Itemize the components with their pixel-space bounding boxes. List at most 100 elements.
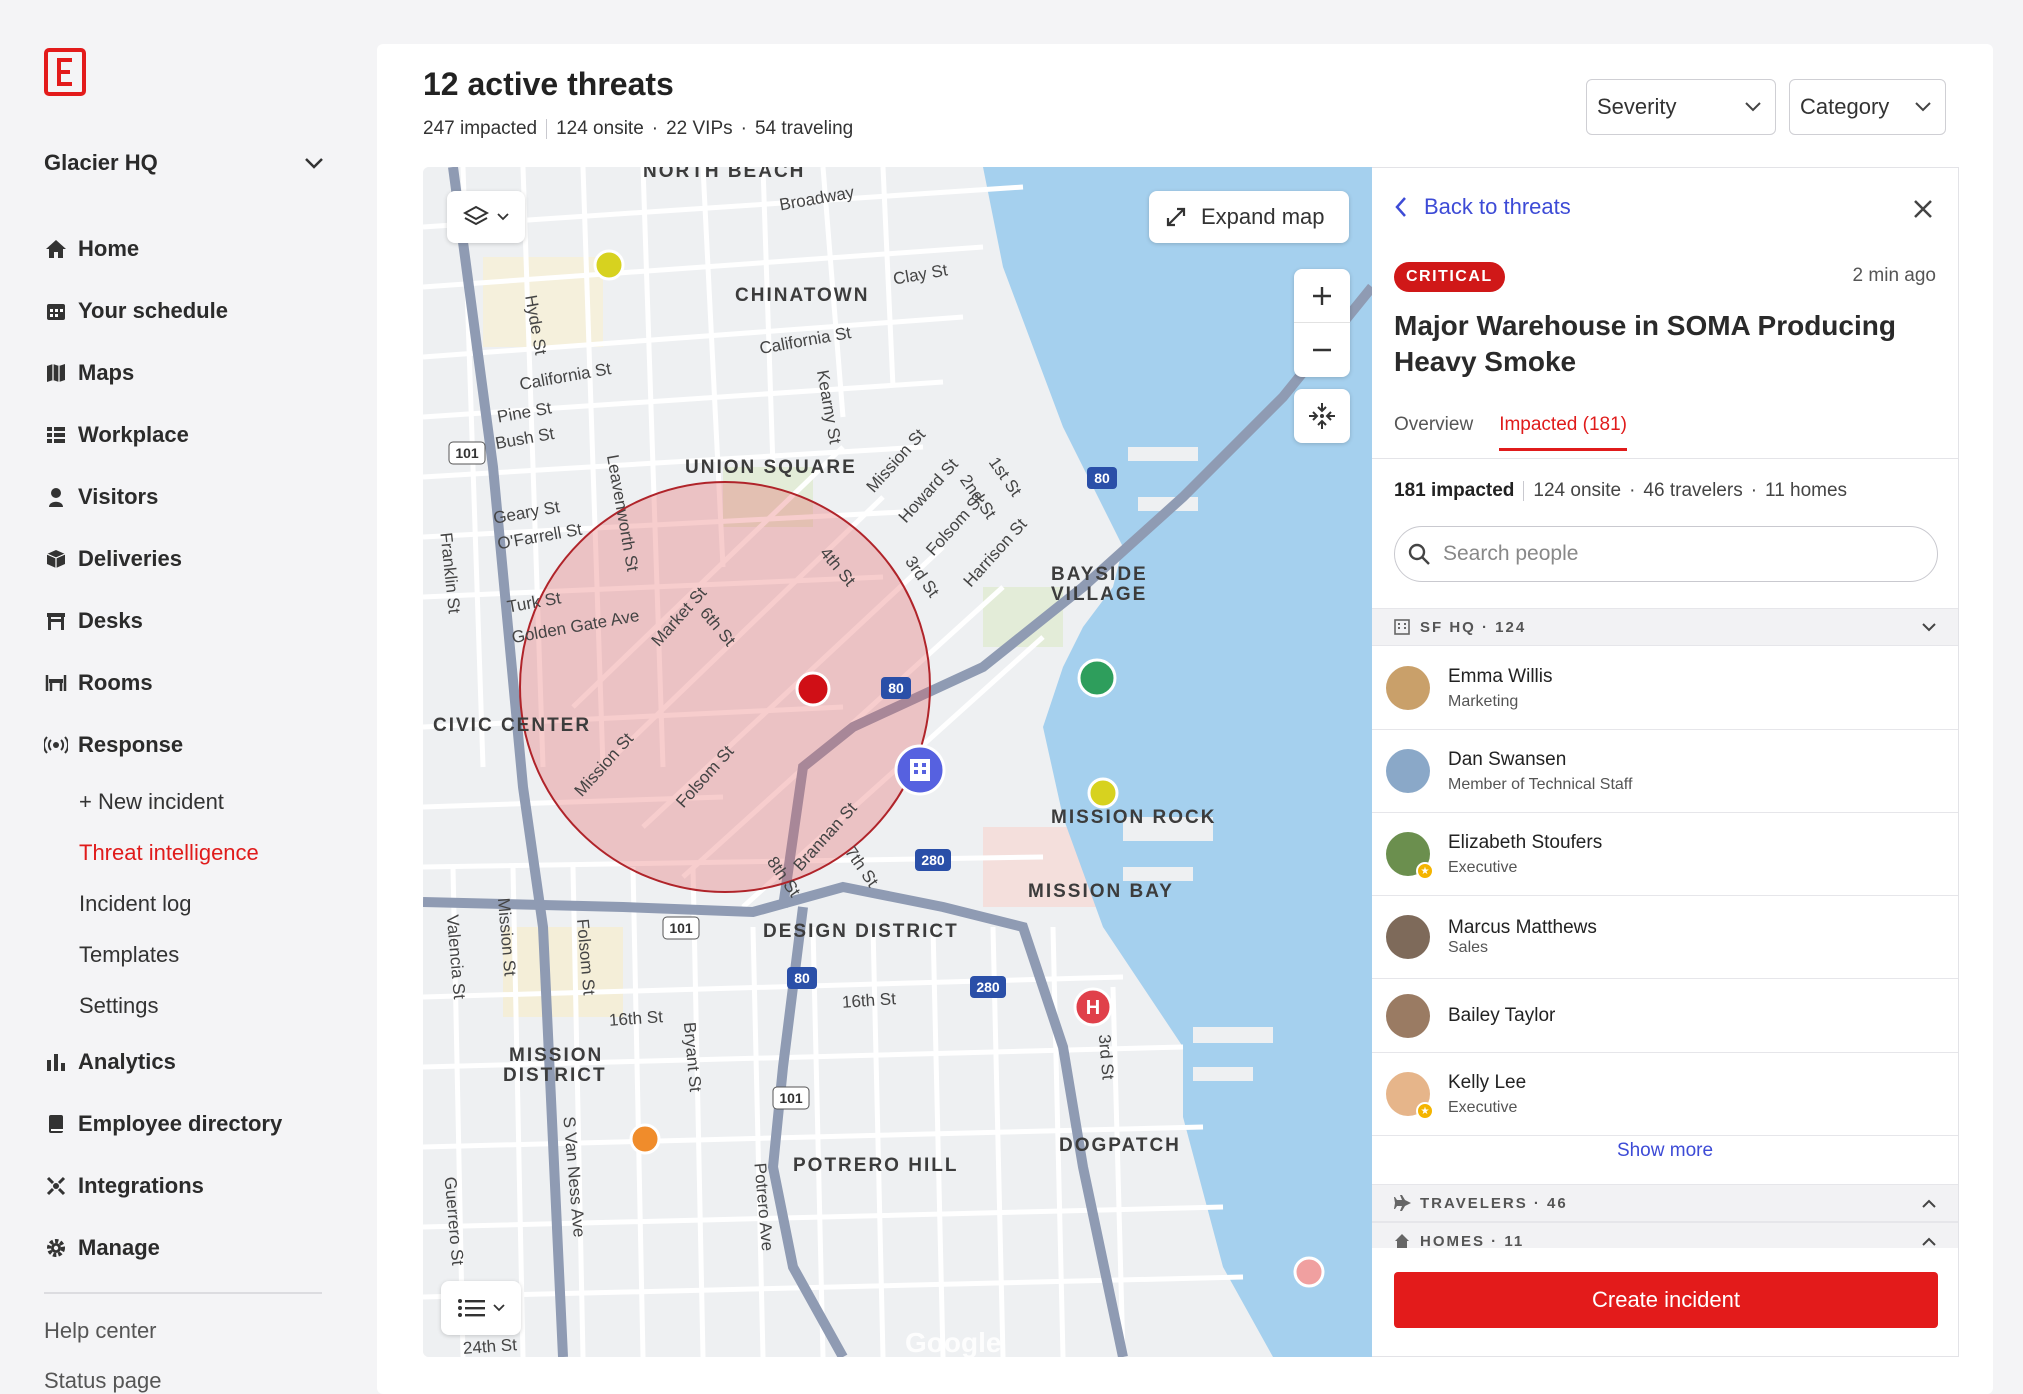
label-mission-bay: MISSION BAY <box>1028 881 1174 902</box>
workplace-icon <box>44 423 68 447</box>
expand-map-button[interactable]: Expand map <box>1149 191 1349 243</box>
gear-icon <box>44 1236 68 1260</box>
impact-travelers: 46 travelers <box>1643 480 1743 501</box>
list-icon <box>458 1299 485 1317</box>
label-chinatown: CHINATOWN <box>735 285 870 306</box>
shield-80-b: 80 <box>1094 470 1110 486</box>
street-24th: 24th St <box>462 1335 518 1357</box>
show-more-link[interactable]: Show more <box>1372 1140 1958 1162</box>
sidebar-item-label: Employee directory <box>78 1111 283 1136</box>
back-label: Back to threats <box>1424 194 1571 219</box>
label-union-square: UNION SQUARE <box>685 457 857 478</box>
sidebar-sub-incident-log[interactable]: Incident log <box>44 878 334 929</box>
chevron-down-icon <box>497 213 509 221</box>
home-icon <box>1395 1234 1409 1248</box>
vip-star-icon: ★ <box>1416 862 1434 880</box>
sidebar-item-employee-directory[interactable]: Employee directory <box>44 1093 334 1155</box>
package-icon <box>44 547 68 571</box>
main-content: 12 active threats 247 impacted 124 onsit… <box>377 44 1993 1394</box>
impact-homes: 11 homes <box>1765 480 1848 501</box>
shield-280-b: 280 <box>976 979 1000 995</box>
label-potrero-hill: POTRERO HILL <box>793 1155 959 1176</box>
header-stats: 247 impacted 124 onsite · 22 VIPs · 54 t… <box>423 118 853 140</box>
person-name: Emma Willis <box>1448 665 1553 687</box>
impact-total: 181 impacted <box>1394 480 1515 501</box>
tab-impacted[interactable]: Impacted (181) <box>1499 414 1627 451</box>
tab-overview[interactable]: Overview <box>1394 414 1473 451</box>
stat-traveling: 54 traveling <box>754 118 854 139</box>
sidebar-sub-settings[interactable]: Settings <box>44 980 334 1031</box>
sidebar-divider <box>44 1292 322 1294</box>
group-header-travelers[interactable]: TRAVELERS · 46 <box>1372 1184 1958 1222</box>
help-center-link[interactable]: Help center <box>44 1318 157 1344</box>
sidebar-item-response[interactable]: Response <box>44 714 334 776</box>
chevron-down-icon <box>1922 622 1936 631</box>
back-to-threats-link[interactable]: Back to threats <box>1394 194 1571 220</box>
sidebar-sub-threat-intelligence[interactable]: Threat intelligence <box>44 827 334 878</box>
search-people-field[interactable] <box>1394 526 1938 582</box>
sidebar-item-maps[interactable]: Maps <box>44 342 334 404</box>
sidebar-item-label: Response <box>78 732 184 757</box>
severity-filter[interactable]: Severity <box>1586 79 1776 135</box>
street-16th-1: 16th St <box>841 989 897 1012</box>
sidebar-item-home[interactable]: Home <box>44 218 334 280</box>
org-name: Glacier HQ <box>44 150 158 175</box>
sidebar-item-label: Analytics <box>78 1049 176 1074</box>
sidebar-sub-new-incident[interactable]: + New incident <box>44 776 334 827</box>
recenter-button[interactable] <box>1294 389 1350 443</box>
chevron-up-icon <box>1922 1199 1936 1208</box>
zoom-in-button[interactable] <box>1294 269 1350 323</box>
panel-tabs: Overview Impacted (181) <box>1394 414 1653 451</box>
label-mission-rock: MISSION ROCK <box>1051 807 1217 828</box>
person-role: Member of Technical Staff <box>1448 775 1633 793</box>
create-incident-button[interactable]: Create incident <box>1394 1272 1938 1328</box>
avatar <box>1386 915 1430 959</box>
sidebar-item-label: Maps <box>78 360 135 385</box>
sidebar-item-integrations[interactable]: Integrations <box>44 1155 334 1217</box>
org-switcher[interactable]: Glacier HQ <box>44 150 324 176</box>
list-view-button[interactable] <box>441 1281 521 1335</box>
sidebar-item-visitors[interactable]: Visitors <box>44 466 334 528</box>
sidebar-item-analytics[interactable]: Analytics <box>44 1031 334 1093</box>
avatar: ★ <box>1386 832 1434 880</box>
sidebar-sub-templates[interactable]: Templates <box>44 929 334 980</box>
person-row[interactable]: Dan Swansen Member of Technical Staff <box>1372 730 1958 813</box>
sidebar-item-label: Desks <box>78 608 143 633</box>
person-name: Bailey Taylor <box>1448 1004 1556 1026</box>
person-row[interactable]: Bailey Taylor <box>1372 979 1958 1053</box>
person-row[interactable]: Marcus Matthews Sales <box>1372 896 1958 979</box>
street-16th-2: 16th St <box>608 1007 664 1030</box>
chevron-down-icon <box>305 158 323 169</box>
category-filter[interactable]: Category <box>1789 79 1946 135</box>
sidebar-item-desks[interactable]: Desks <box>44 590 334 652</box>
person-role: Marketing <box>1448 692 1519 710</box>
map-layers-button[interactable] <box>447 191 525 243</box>
stat-dot: · <box>1629 480 1636 501</box>
sidebar-item-workplace[interactable]: Workplace <box>44 404 334 466</box>
sidebar-item-schedule[interactable]: Your schedule <box>44 280 334 342</box>
sidebar: Glacier HQ Home Your schedule Maps Workp… <box>0 0 376 1394</box>
person-row[interactable]: ★ Kelly Lee Executive <box>1372 1053 1958 1136</box>
zoom-controls <box>1294 269 1350 377</box>
sidebar-item-manage[interactable]: Manage <box>44 1217 334 1279</box>
person-row[interactable]: ★ Elizabeth Stoufers Executive <box>1372 813 1958 896</box>
group-header-label: HOMES · 11 <box>1420 1232 1525 1250</box>
sidebar-item-label: Manage <box>78 1235 160 1260</box>
person-row[interactable]: Emma Willis Marketing <box>1372 647 1958 730</box>
threat-title: Major Warehouse in SOMA Producing Heavy … <box>1394 310 1896 377</box>
stat-vips: 22 VIPs <box>666 118 733 139</box>
svg-text:H: H <box>1086 997 1100 1019</box>
close-icon[interactable] <box>1912 198 1934 220</box>
sidebar-item-deliveries[interactable]: Deliveries <box>44 528 334 590</box>
sidebar-item-rooms[interactable]: Rooms <box>44 652 334 714</box>
zoom-out-button[interactable] <box>1294 323 1350 377</box>
search-people-input[interactable] <box>1441 541 1901 567</box>
home-icon <box>44 237 68 261</box>
envoy-logo[interactable] <box>44 46 88 98</box>
person-name: Elizabeth Stoufers <box>1448 831 1603 853</box>
group-header-office[interactable]: SF HQ · 124 <box>1372 608 1958 646</box>
threat-map[interactable]: H 101 101 101 80 80 80 280 280 NORTH BEA… <box>423 167 1372 1357</box>
shield-80-c: 80 <box>794 970 810 986</box>
status-page-link[interactable]: Status page <box>44 1368 161 1394</box>
threat-time: 2 min ago <box>1852 265 1936 286</box>
